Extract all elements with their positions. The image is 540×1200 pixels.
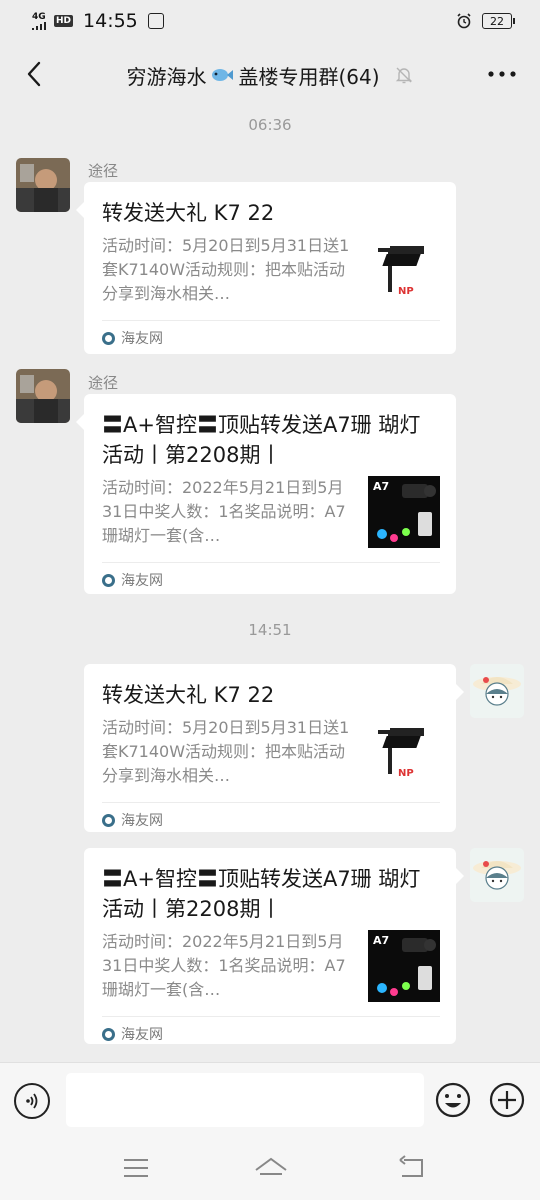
card-source: 海友网 [102, 562, 440, 597]
home-button[interactable] [254, 1154, 287, 1182]
system-nav-bar [0, 1140, 540, 1200]
sender-name: 途径 [88, 162, 119, 180]
link-card[interactable]: 转发送大礼 K7 22 活动时间：5月20日到5月31日送1套K7140W活动规… [76, 182, 456, 355]
source-logo-icon [102, 573, 115, 587]
sender-name: 途径 [88, 374, 119, 392]
card-source: 海友网 [102, 802, 440, 837]
avatar[interactable] [470, 848, 524, 902]
more-button[interactable] [482, 58, 522, 90]
battery-icon: 22 [482, 13, 515, 29]
svg-text:NP: NP [398, 768, 414, 779]
back-arrow-icon [27, 61, 41, 87]
home-icon [255, 1157, 287, 1175]
source-logo-icon [102, 1027, 115, 1041]
chat-title-part2: 盖楼专用群(64) [238, 64, 380, 89]
a7-lamp-thumbnail: A7 [368, 476, 440, 548]
status-bar: 4G HD 14:55 22 [0, 0, 540, 42]
source-name: 海友网 [121, 813, 163, 829]
network-indicator: 4G [32, 11, 48, 30]
link-card[interactable]: 转发送大礼 K7 22 活动时间：5月20日到5月31日送1套K7140W活动规… [84, 664, 464, 832]
status-left: 4G HD 14:55 [32, 10, 164, 32]
card-body: 活动时间：5月20日到5月31日送1套K7140W活动规则：把本贴活动分享到海水… [102, 716, 440, 788]
card-title: 转发送大礼 K7 22 [102, 201, 275, 225]
user-photo-avatar [16, 369, 70, 423]
card-source: 海友网 [102, 1016, 440, 1051]
recent-apps-button[interactable] [120, 1154, 152, 1182]
status-time: 14:55 [83, 10, 138, 32]
message-timestamp: 14:51 [248, 621, 292, 639]
link-card[interactable]: 〓A+智控〓顶贴转发送A7珊 瑚灯活动丨第2208期丨 活动时间：2022年5月… [76, 394, 456, 597]
voice-icon [26, 1093, 38, 1109]
thumbnail-label: A7 [373, 934, 389, 947]
network-type: 4G [32, 11, 46, 22]
card-description: 活动时间：5月20日到5月31日送1套K7140W活动规则：把本贴活动分享到海水… [102, 718, 350, 785]
card-body: 活动时间：2022年5月21日到5月31日中奖人数：1名奖品说明：A7珊瑚灯一套… [102, 476, 440, 548]
cartoon-girl-avatar [470, 664, 524, 718]
chat-title: 穷游海水 盖楼专用群(64) [126, 61, 413, 90]
k7-lamp-thumbnail: NP [368, 716, 440, 788]
card-source: 海友网 [102, 320, 440, 355]
back-button[interactable] [16, 56, 52, 92]
source-name: 海友网 [121, 1027, 163, 1043]
user-photo-avatar [16, 158, 70, 212]
avatar[interactable] [470, 664, 524, 718]
more-dots-icon [488, 71, 516, 77]
back-icon [399, 1155, 423, 1177]
card-description: 活动时间：2022年5月21日到5月31日中奖人数：1名奖品说明：A7珊瑚灯一套… [102, 932, 346, 999]
source-logo-icon [102, 331, 115, 345]
svg-text:NP: NP [398, 286, 414, 297]
alarm-icon [457, 13, 471, 29]
mute-bell-icon [395, 67, 412, 84]
message-input[interactable] [66, 1073, 424, 1127]
voice-button[interactable] [14, 1083, 50, 1119]
link-card[interactable]: 〓A+智控〓顶贴转发送A7珊 瑚灯活动丨第2208期丨 活动时间：2022年5月… [84, 848, 464, 1044]
k7-lamp-thumbnail: NP [368, 234, 440, 306]
plus-icon [489, 1082, 525, 1118]
card-title: 转发送大礼 K7 22 [102, 683, 275, 707]
chat-title-part1: 穷游海水 [126, 64, 207, 89]
more-functions-button[interactable] [488, 1081, 526, 1119]
signal-icon [32, 21, 46, 30]
hd-badge: HD [54, 15, 74, 27]
emoji-button[interactable] [434, 1081, 472, 1119]
input-bar [0, 1062, 540, 1141]
notification-app-icon [147, 13, 164, 29]
message-timestamp: 06:36 [248, 116, 292, 134]
card-body: 活动时间：5月20日到5月31日送1套K7140W活动规则：把本贴活动分享到海水… [102, 234, 440, 306]
card-title: 〓A+智控〓顶贴转发送A7珊 瑚灯活动丨第2208期丨 [102, 413, 421, 467]
battery-level: 22 [490, 14, 504, 28]
card-body: 活动时间：2022年5月21日到5月31日中奖人数：1名奖品说明：A7珊瑚灯一套… [102, 930, 440, 1002]
card-title: 〓A+智控〓顶贴转发送A7珊 瑚灯活动丨第2208期丨 [102, 867, 421, 921]
menu-icon [124, 1159, 148, 1177]
status-right: 22 [456, 13, 515, 29]
avatar[interactable] [16, 158, 70, 212]
title-bar: 穷游海水 盖楼专用群(64) [0, 42, 540, 108]
system-back-button[interactable] [396, 1154, 428, 1182]
avatar[interactable] [16, 369, 70, 423]
a7-lamp-thumbnail: A7 [368, 930, 440, 1002]
source-name: 海友网 [121, 573, 163, 589]
source-logo-icon [102, 813, 115, 827]
card-description: 活动时间：5月20日到5月31日送1套K7140W活动规则：把本贴活动分享到海水… [102, 236, 350, 303]
thumbnail-label: A7 [373, 480, 389, 493]
fish-emoji-icon [212, 69, 234, 81]
emoji-icon [435, 1082, 471, 1118]
source-name: 海友网 [121, 331, 163, 347]
card-description: 活动时间：2022年5月21日到5月31日中奖人数：1名奖品说明：A7珊瑚灯一套… [102, 478, 346, 545]
cartoon-girl-avatar [470, 848, 524, 902]
